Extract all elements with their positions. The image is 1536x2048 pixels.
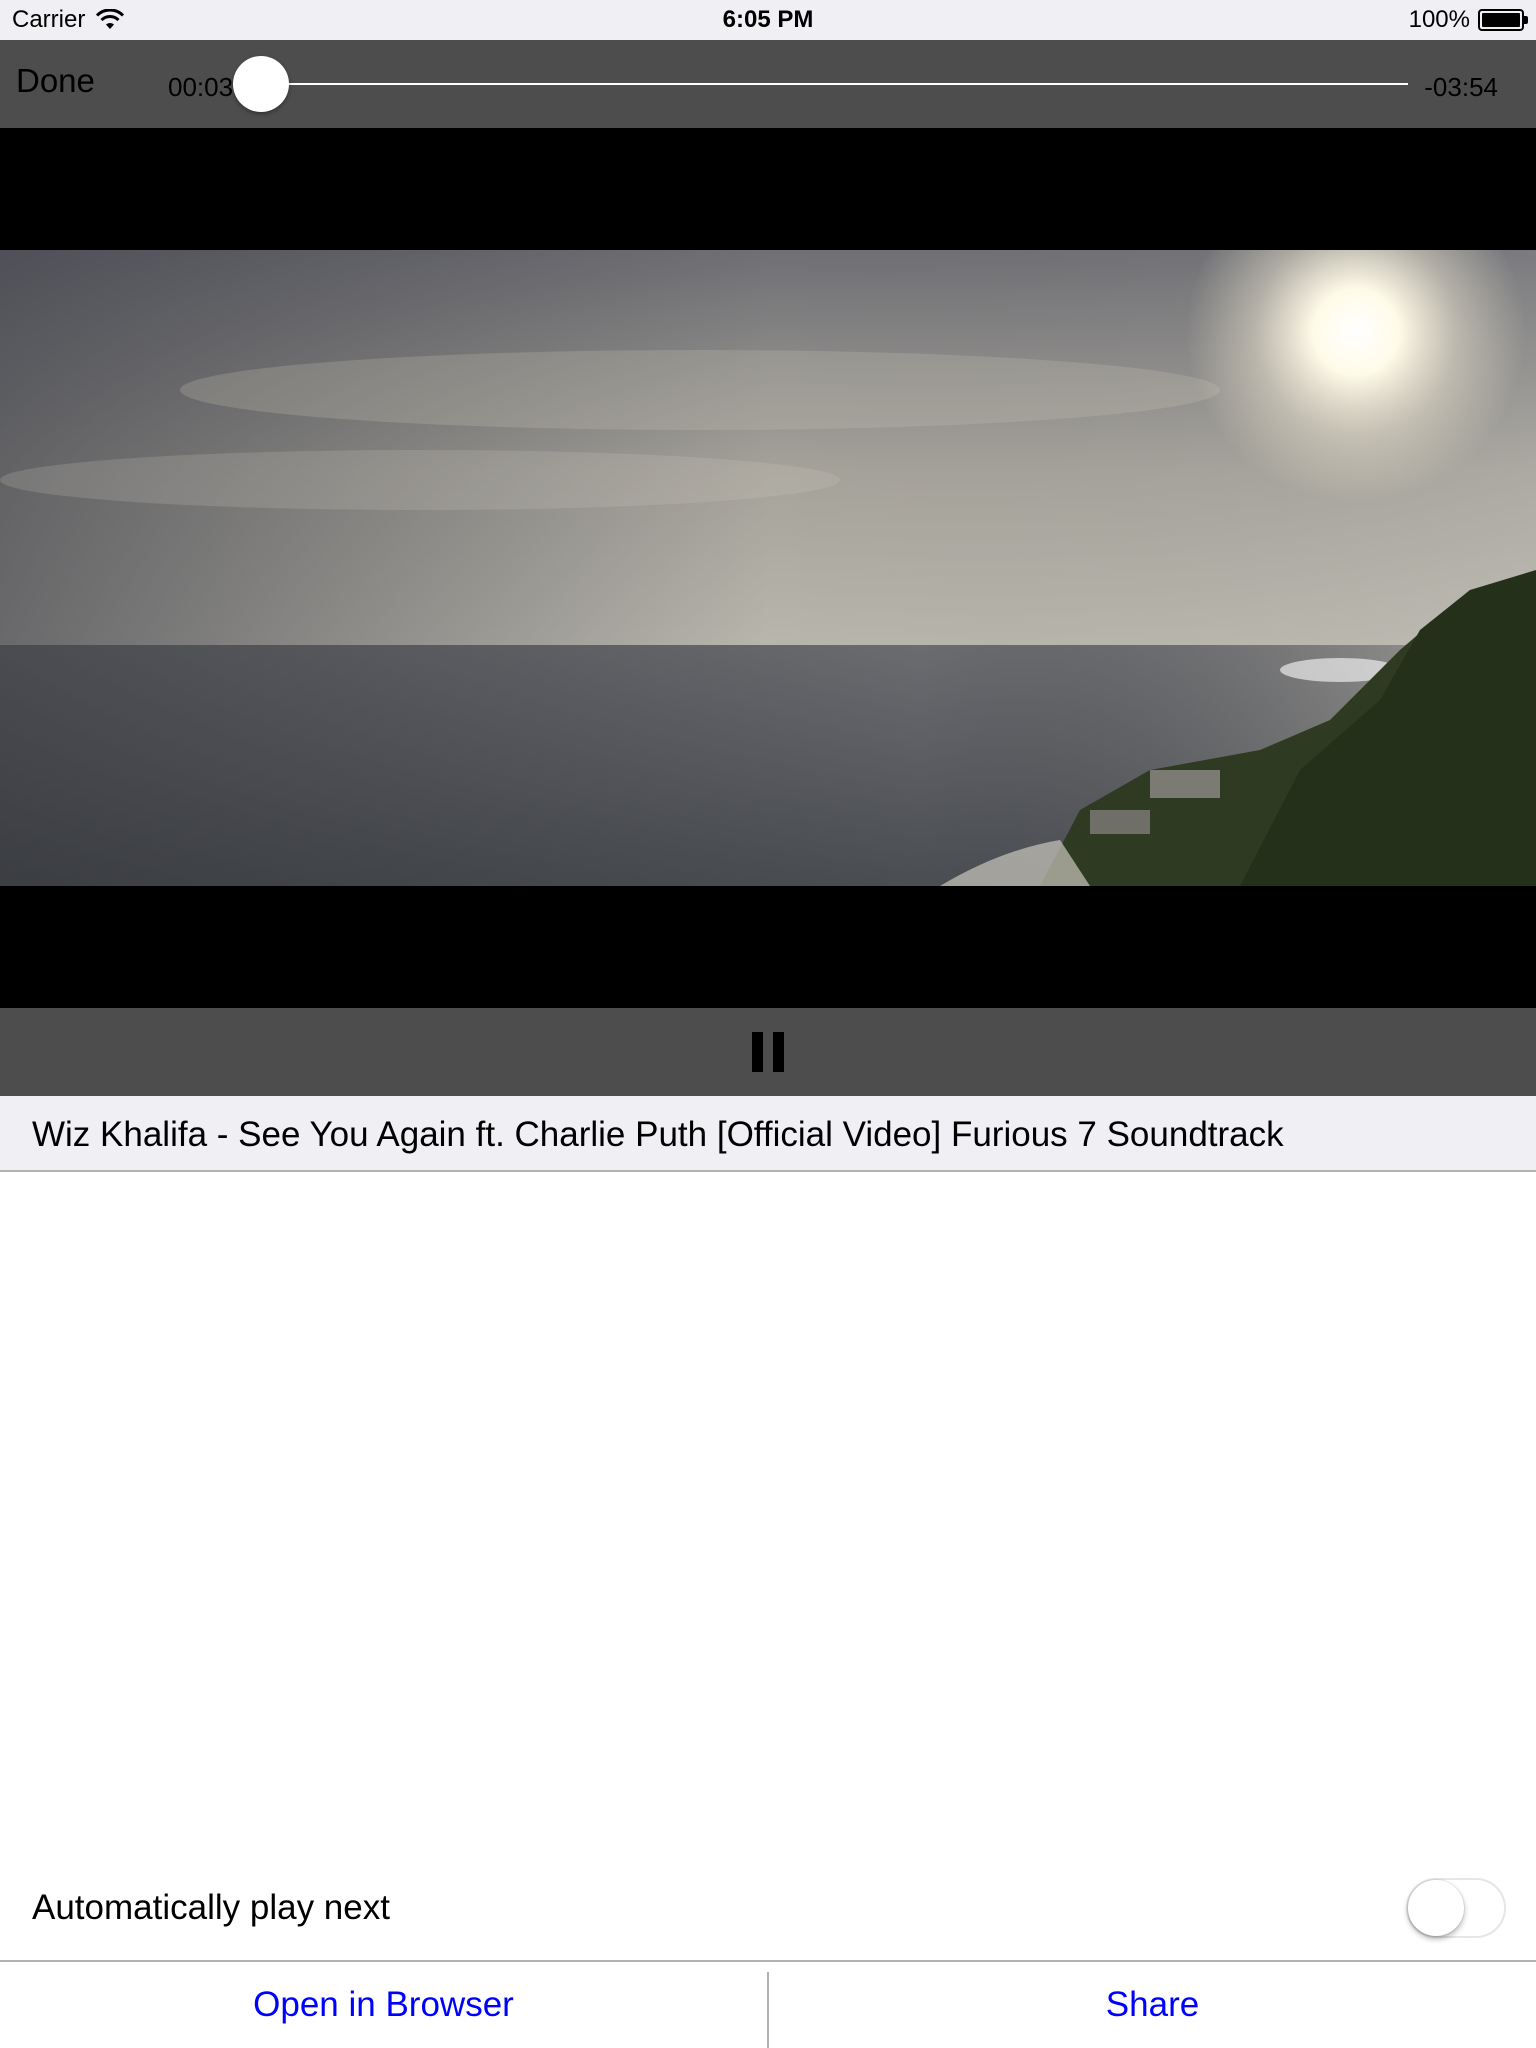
autoplay-toggle[interactable] <box>1406 1878 1506 1938</box>
action-bar: Open in Browser Share <box>0 1960 1536 2048</box>
battery-fill <box>1482 13 1520 27</box>
video-player[interactable] <box>0 128 1536 1008</box>
battery-icon <box>1478 9 1528 31</box>
player-top-bar: Done 00:03 -03:54 <box>0 40 1536 128</box>
player-bottom-bar <box>0 1008 1536 1096</box>
title-bar: Wiz Khalifa - See You Again ft. Charlie … <box>0 1096 1536 1172</box>
open-in-browser-button[interactable]: Open in Browser <box>0 1962 767 2048</box>
scrubber-track <box>246 83 1408 85</box>
battery-percent: 100% <box>1408 6 1470 33</box>
share-button[interactable]: Share <box>769 1962 1536 2048</box>
elapsed-time: 00:03 <box>168 72 234 102</box>
pause-bar-right <box>773 1032 784 1072</box>
pause-icon[interactable] <box>752 1032 784 1072</box>
remaining-time: -03:54 <box>1424 72 1498 102</box>
video-frame <box>0 250 1536 886</box>
autoplay-label: Automatically play next <box>32 1888 390 1927</box>
done-button[interactable]: Done <box>16 62 95 100</box>
video-title: Wiz Khalifa - See You Again ft. Charlie … <box>32 1115 1284 1154</box>
status-bar: Carrier 6:05 PM 100% <box>0 0 1536 40</box>
battery-tip <box>1524 16 1528 24</box>
toggle-knob <box>1408 1880 1464 1936</box>
scrubber-thumb[interactable] <box>233 56 290 112</box>
pause-bar-left <box>752 1032 763 1072</box>
progress-scrubber[interactable] <box>233 56 1408 112</box>
status-time: 6:05 PM <box>722 6 814 33</box>
status-right: 100% <box>1408 6 1528 34</box>
autoplay-row: Automatically play next <box>0 1868 1536 1960</box>
